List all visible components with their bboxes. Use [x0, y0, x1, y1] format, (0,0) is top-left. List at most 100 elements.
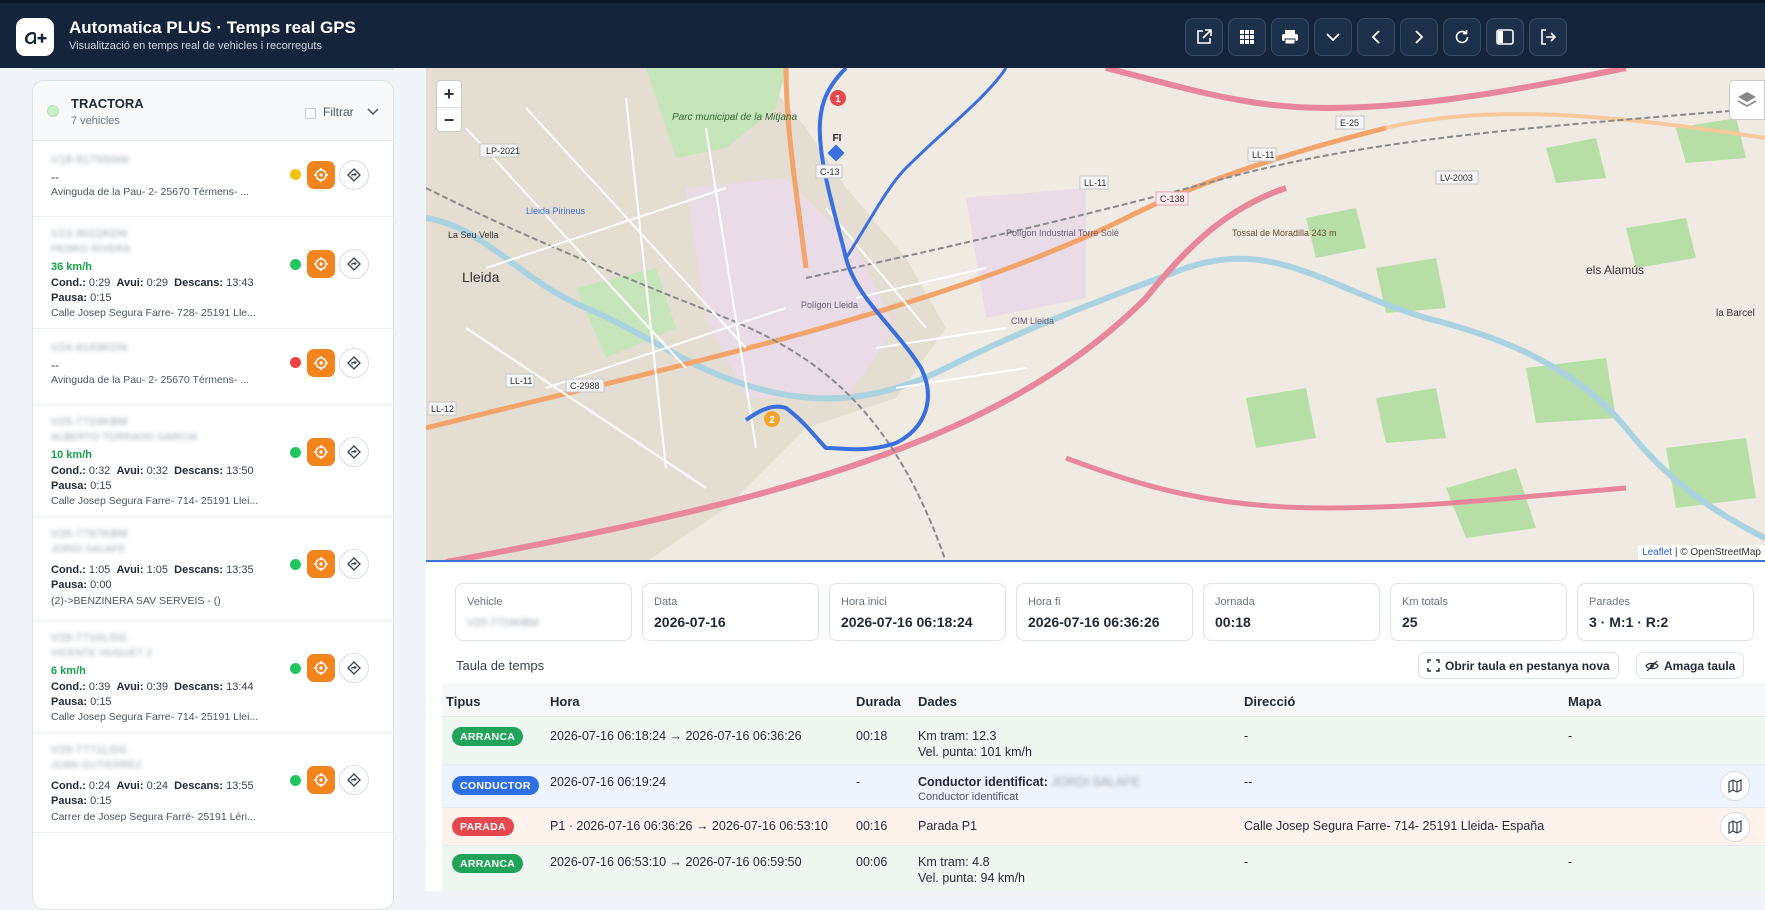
show-route-button[interactable] [339, 765, 369, 795]
map-icon [1728, 820, 1742, 834]
open-table-new-tab-button[interactable]: Obrir taula en pestanya nova [1418, 652, 1619, 679]
vehicle-driver: JORDI SALAFE [51, 544, 126, 555]
show-route-button[interactable] [339, 348, 369, 378]
locate-vehicle-button[interactable] [307, 654, 335, 682]
group-header[interactable]: TRACTORA 7 vehicles Filtrar [33, 81, 393, 141]
vehicle-plate: V18-8179SGM [51, 154, 130, 166]
layers-icon [1737, 92, 1757, 107]
table-row[interactable]: ARRANCA 2026-07-16 06:18:24 → 2026-07-16… [442, 717, 1765, 765]
vehicle-times: Cond.: 1:05 Avui: 1:05 Descans: 13:35 [51, 564, 254, 576]
vehicle-times: Cond.: 0:29 Avui: 0:29 Descans: 13:43 [51, 277, 254, 289]
row-map-empty: - [1568, 855, 1573, 869]
vehicle-address: Calle Josep Segura Farre- 728- 25191 Lle… [51, 307, 256, 319]
trip-summary-panel: Vehicle V25-7724KBM Data 2026-07-16 Hora… [426, 563, 1765, 891]
column-header-duration: Durada [856, 694, 901, 709]
group-status-dot [47, 105, 59, 117]
stat-value: 2026-07-16 [654, 614, 726, 630]
map-label-area: Polígon Industrial Torre Solé [1006, 228, 1119, 238]
leaflet-link[interactable]: Leaflet [1642, 547, 1672, 558]
show-route-button[interactable] [339, 653, 369, 683]
vehicle-status-dot [290, 259, 301, 270]
group-collapse-toggle[interactable] [366, 105, 380, 124]
row-data-primary: Km tram: 12.3 [918, 729, 997, 743]
show-route-button[interactable] [339, 160, 369, 190]
stat-total-km: Km totals 25 [1390, 583, 1567, 641]
vehicle-item[interactable]: V29-7771LGG JUAN GUTIERREZ Cond.: 0:24 A… [33, 733, 393, 833]
vehicle-item[interactable]: V25-7724KBM ALBERTO TORRADO GARCIA 10 km… [33, 405, 393, 517]
type-badge: CONDUCTOR [452, 776, 539, 795]
zoom-control: + − [436, 80, 462, 132]
vehicle-item[interactable]: V23-9022KDN PEDRO RIVERA 36 km/h Cond.: … [33, 217, 393, 329]
vehicle-driver-empty: -- [51, 358, 59, 372]
vehicle-address: (2)->BENZINERA SAV SERVEIS - () [51, 595, 221, 607]
locate-vehicle-button[interactable] [307, 250, 335, 278]
table-row[interactable]: CONDUCTOR 2026-07-16 06:19:24 - Conducto… [442, 765, 1765, 808]
hide-table-label: Amaga taula [1664, 658, 1736, 673]
map-label-poi: La Seu Vella [448, 230, 499, 240]
vehicle-driver: PEDRO RIVERA [51, 244, 131, 255]
show-on-map-button[interactable] [1720, 771, 1750, 801]
vehicle-item[interactable]: V24-8183KDN -- Avinguda de la Pau- 2- 25… [33, 329, 393, 405]
vehicle-pause: Pausa: 0:15 [51, 795, 112, 807]
vehicle-driver: VICENTE HUGUET 2 [51, 648, 153, 659]
show-route-button[interactable] [339, 549, 369, 579]
locate-vehicle-button[interactable] [307, 766, 335, 794]
stat-vehicle: Vehicle V25-7724KBM [455, 583, 632, 641]
vehicle-address: Avinguda de la Pau- 2- 25670 Térmens- ..… [51, 374, 250, 386]
zoom-in-button[interactable]: + [437, 81, 461, 107]
stat-end-time: Hora fi 2026-07-16 06:36:26 [1016, 583, 1193, 641]
road-label: LP-2021 [486, 146, 520, 156]
logo-glyph-icon [25, 32, 47, 44]
vehicle-speed: 6 km/h [51, 665, 86, 677]
stat-label: Hora inici [841, 596, 887, 608]
map-view[interactable]: 1 FI 2 LP-2021 C-13 LL-11 LL-11 C-138 LV… [426, 68, 1765, 562]
row-address: - [1244, 729, 1249, 743]
table-title: Taula de temps [456, 658, 545, 673]
vehicle-item[interactable]: V18-8179SGM -- Avinguda de la Pau- 2- 25… [33, 141, 393, 217]
stat-label: Jornada [1215, 596, 1255, 608]
road-label: C-13 [820, 167, 840, 177]
previous-button[interactable] [1357, 18, 1395, 56]
road-label: LL-11 [1084, 178, 1106, 188]
show-on-map-button[interactable] [1720, 812, 1750, 842]
logout-button[interactable] [1529, 18, 1567, 56]
print-button[interactable] [1271, 18, 1309, 56]
apps-grid-button[interactable] [1228, 18, 1266, 56]
vehicle-item[interactable]: V26-7787KBM JORDI SALAFE Cond.: 1:05 Avu… [33, 517, 393, 621]
map-marker-end[interactable] [827, 144, 845, 162]
table-row[interactable]: ARRANCA 2026-07-16 06:53:10 → 2026-07-16… [442, 846, 1765, 891]
layers-button[interactable] [1729, 80, 1765, 120]
crosshair-icon [314, 557, 328, 571]
filter-checkbox[interactable] [305, 108, 316, 119]
stat-value: V25-7724KBM [467, 617, 539, 629]
refresh-button[interactable] [1443, 18, 1481, 56]
type-badge: ARRANCA [452, 727, 524, 746]
open-external-button[interactable] [1185, 18, 1223, 56]
table-row[interactable]: PARADA P1 · 2026-07-16 06:36:26 → 2026-0… [442, 808, 1765, 846]
vehicle-times: Cond.: 0:32 Avui: 0:32 Descans: 13:50 [51, 465, 254, 477]
locate-vehicle-button[interactable] [307, 550, 335, 578]
locate-vehicle-button[interactable] [307, 161, 335, 189]
show-route-button[interactable] [339, 437, 369, 467]
row-data-secondary: Conductor identificat [918, 791, 1019, 803]
vehicle-address: Calle Josep Segura Farre- 714- 25191 Lle… [51, 711, 259, 723]
row-address: Calle Josep Segura Farre- 714- 25191 Lle… [1244, 819, 1545, 833]
vehicle-status-dot [290, 559, 301, 570]
vehicle-driver-empty: -- [51, 170, 59, 184]
vehicle-plate: V29-7771LGG [51, 744, 128, 756]
locate-vehicle-button[interactable] [307, 349, 335, 377]
dropdown-button[interactable] [1314, 18, 1352, 56]
vehicle-item[interactable]: V28-7716LGG VICENTE HUGUET 2 6 km/h Cond… [33, 621, 393, 733]
zoom-out-button[interactable]: − [437, 107, 461, 133]
show-route-button[interactable] [339, 249, 369, 279]
toggle-sidebar-button[interactable] [1486, 18, 1524, 56]
locate-vehicle-button[interactable] [307, 438, 335, 466]
vehicle-pause: Pausa: 0:15 [51, 480, 112, 492]
hide-table-button[interactable]: Amaga taula [1636, 652, 1745, 679]
vehicle-address: Carrer de Josep Segura Farré- 25191 Léri… [51, 811, 256, 823]
route-icon [347, 445, 361, 459]
map-marker-1-label: 1 [835, 94, 841, 105]
vehicle-group-card: TRACTORA 7 vehicles Filtrar V18-8179SGM … [32, 80, 394, 910]
next-button[interactable] [1400, 18, 1438, 56]
vehicle-speed: 36 km/h [51, 261, 92, 273]
